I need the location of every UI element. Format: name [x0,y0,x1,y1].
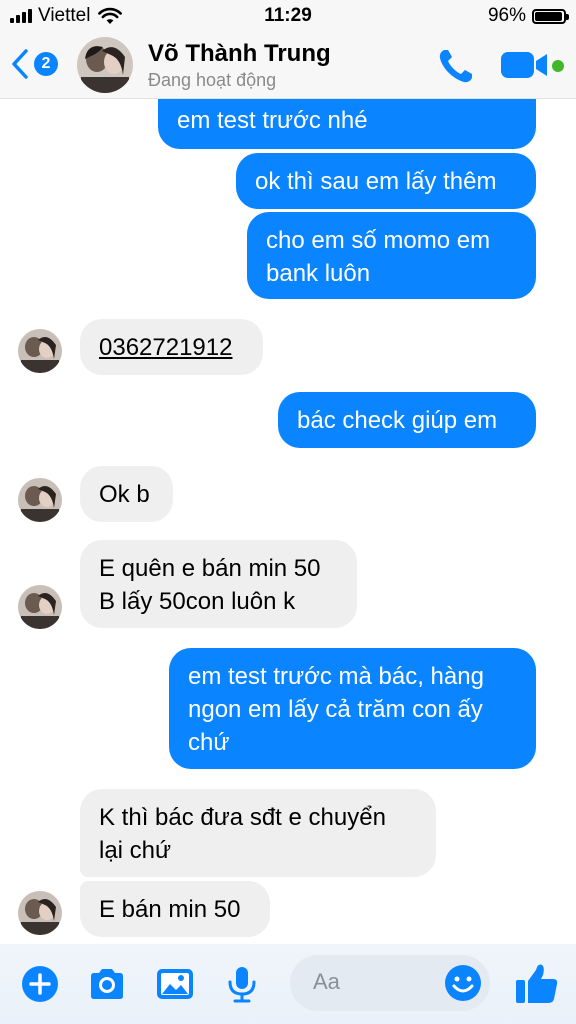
phone-icon[interactable] [436,46,476,86]
back-button[interactable]: 2 [10,46,66,82]
battery-indicator: 96% [487,5,569,27]
status-bar: Viettel 11:29 96% [0,0,576,32]
avatar[interactable] [18,478,62,522]
unread-badge: 2 [34,52,58,76]
message-text: Ok b [99,481,150,508]
message-bubble-incoming[interactable]: K thì bác đưa sđt e chuyển lại chứ [80,789,436,877]
message-text: ok thì sau em lấy thêm [255,168,497,195]
message-list: em test trước nhé ok thì sau em lấy thêm… [0,99,576,944]
message-bubble-incoming[interactable]: E quên e bán min 50 B lấy 50con luôn k [80,540,357,628]
message-bubble-outgoing[interactable]: em test trước mà bác, hàng ngon em lấy c… [169,648,536,769]
avatar[interactable] [18,891,62,935]
message-text: ngon em lấy cả trăm con ấy [188,696,483,723]
message-bubble-incoming[interactable]: 0362721912 [80,319,263,375]
message-text: em test trước mà bác, hàng [188,663,484,690]
message-text: bác check giúp em [297,407,498,434]
plus-icon[interactable] [20,964,60,1004]
message-text: bank luôn [266,260,371,287]
message-bubble-outgoing[interactable]: em test trước nhé [158,99,536,149]
message-bubble-incoming[interactable]: E bán min 50 [80,881,270,937]
message-bubble-outgoing[interactable]: ok thì sau em lấy thêm [236,153,536,209]
battery-icon [532,8,569,24]
chevron-left-icon [12,49,28,79]
thumbs-up-icon[interactable] [514,960,560,1006]
message-bubble-outgoing[interactable]: bác check giúp em [278,392,536,448]
composer-bar: Aa [0,944,576,1024]
phone-number-link[interactable]: 0362721912 [99,331,244,364]
emoji-icon[interactable] [443,963,483,1003]
avatar[interactable] [18,585,62,629]
message-text: E quên e bán min 50 [99,555,321,582]
active-status: Đang hoạt động [148,70,277,90]
message-text: cho em số momo em [266,227,491,254]
message-bubble-outgoing[interactable]: cho em số momo em bank luôn [247,212,536,299]
video-call-icon[interactable] [500,48,550,82]
message-text: lại chứ [99,837,172,864]
online-status-dot [552,60,564,72]
conversation-header: 2 Võ Thành Trung Đang hoạt động [0,32,576,99]
contact-name[interactable]: Võ Thành Trung [148,40,331,68]
avatar[interactable] [18,329,62,373]
message-text: em test trước nhé [177,107,368,134]
message-text: chứ [188,729,230,756]
photo-gallery-icon[interactable] [155,964,195,1004]
message-text: K thì bác đưa sđt e chuyển [99,804,386,831]
microphone-icon[interactable] [222,964,262,1004]
message-text: B lấy 50con luôn k [99,588,296,615]
battery-percent: 96% [487,5,526,26]
message-text: E bán min 50 [99,896,241,923]
message-bubble-incoming[interactable]: Ok b [80,466,173,522]
camera-icon[interactable] [87,964,127,1004]
avatar[interactable] [77,37,133,93]
message-input-placeholder: Aa [313,969,340,994]
